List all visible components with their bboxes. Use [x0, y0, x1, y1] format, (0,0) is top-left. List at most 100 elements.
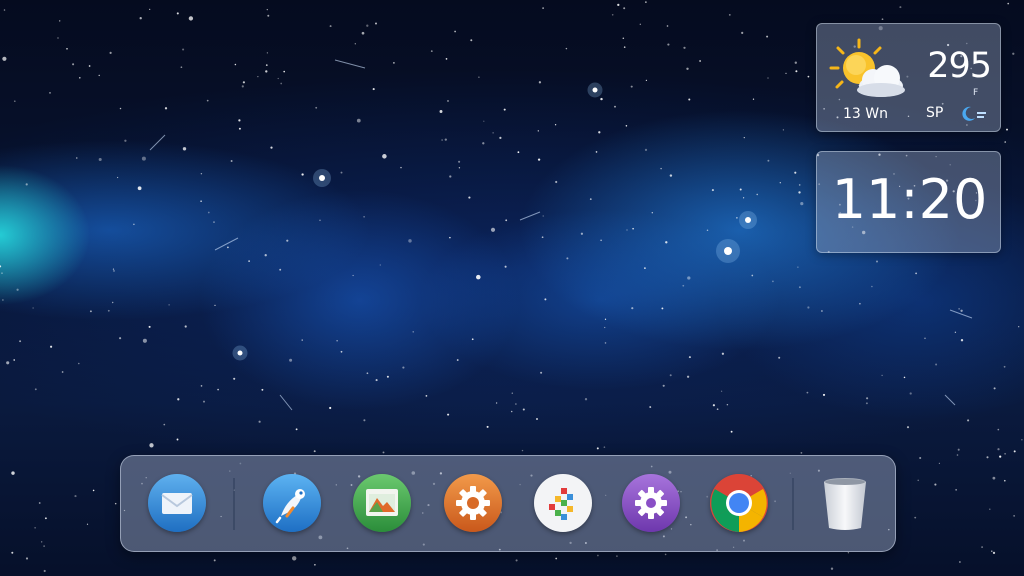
- star: [915, 272, 917, 275]
- star: [934, 483, 937, 486]
- star: [441, 139, 443, 141]
- star: [616, 555, 618, 557]
- star: [133, 223, 135, 226]
- star: [794, 171, 797, 174]
- bright-star: [592, 87, 598, 93]
- bird-app-button[interactable]: [263, 474, 321, 532]
- star: [538, 81, 542, 84]
- star: [89, 310, 92, 313]
- system-settings-app-button[interactable]: [622, 474, 680, 532]
- star: [490, 227, 496, 232]
- star: [2, 299, 4, 301]
- star: [180, 66, 183, 69]
- star: [651, 212, 653, 214]
- star: [1013, 450, 1016, 453]
- star: [43, 545, 45, 547]
- star: [596, 447, 599, 450]
- star: [566, 257, 569, 260]
- star: [991, 550, 993, 552]
- star: [168, 304, 170, 306]
- software-center-app-button[interactable]: [534, 474, 592, 532]
- star: [266, 52, 269, 54]
- star: [277, 77, 279, 80]
- star: [49, 92, 51, 94]
- star: [626, 229, 628, 231]
- star: [492, 132, 494, 134]
- star: [800, 202, 804, 206]
- star: [986, 456, 989, 459]
- star: [1018, 326, 1020, 328]
- star: [32, 307, 34, 309]
- star: [661, 307, 664, 310]
- star: [470, 39, 473, 42]
- trash-button[interactable]: [816, 474, 874, 532]
- star: [503, 108, 506, 111]
- star: [313, 450, 316, 453]
- dock: [120, 455, 896, 552]
- star: [598, 131, 601, 134]
- star: [279, 268, 282, 271]
- star: [535, 417, 539, 421]
- star: [660, 167, 662, 170]
- star: [756, 193, 758, 196]
- weather-widget[interactable]: 295 F 13 Wn SP: [816, 23, 1001, 132]
- star: [622, 37, 625, 39]
- star: [954, 331, 957, 333]
- star: [393, 62, 395, 64]
- star: [264, 254, 267, 257]
- weather-location: 13 Wn: [843, 106, 888, 122]
- bright-star: [319, 175, 325, 181]
- gear-icon: [622, 474, 680, 532]
- star: [374, 22, 378, 25]
- star: [336, 340, 338, 342]
- star: [200, 385, 203, 387]
- star: [881, 18, 884, 21]
- chrome-browser-app-button[interactable]: [710, 474, 768, 532]
- star: [176, 12, 179, 15]
- star: [510, 410, 513, 413]
- clock-widget[interactable]: 11:20: [816, 151, 1001, 253]
- star: [730, 430, 733, 433]
- star: [98, 74, 100, 77]
- temperature-unit: F: [973, 88, 979, 98]
- star: [766, 35, 769, 38]
- star: [800, 452, 803, 454]
- image-viewer-app-button[interactable]: [353, 474, 411, 532]
- star: [565, 47, 568, 50]
- star: [522, 408, 525, 411]
- star: [956, 454, 959, 456]
- star: [248, 260, 250, 262]
- star: [456, 359, 459, 361]
- star: [623, 7, 626, 10]
- star: [74, 495, 77, 498]
- settings-app-button[interactable]: [444, 474, 502, 532]
- star: [6, 361, 10, 365]
- star: [917, 479, 919, 482]
- partly-cloudy-icon: [829, 38, 905, 97]
- star: [743, 136, 745, 139]
- star: [639, 23, 641, 25]
- star: [712, 404, 716, 407]
- star: [662, 384, 665, 387]
- mail-app-button[interactable]: [148, 474, 206, 532]
- star: [361, 31, 365, 35]
- star: [743, 197, 745, 199]
- star: [163, 423, 166, 426]
- star: [142, 338, 147, 343]
- meteor-streak: [334, 59, 366, 69]
- star: [314, 564, 316, 566]
- star: [88, 65, 91, 67]
- star: [109, 51, 112, 55]
- star: [148, 325, 151, 328]
- star: [16, 288, 19, 291]
- star: [924, 337, 926, 340]
- envelope-icon: [148, 474, 206, 532]
- star: [779, 182, 781, 184]
- star: [865, 402, 868, 405]
- star: [798, 184, 801, 186]
- star: [959, 561, 961, 563]
- star: [1003, 365, 1006, 368]
- star: [261, 388, 264, 391]
- star: [515, 559, 518, 562]
- star: [454, 30, 456, 33]
